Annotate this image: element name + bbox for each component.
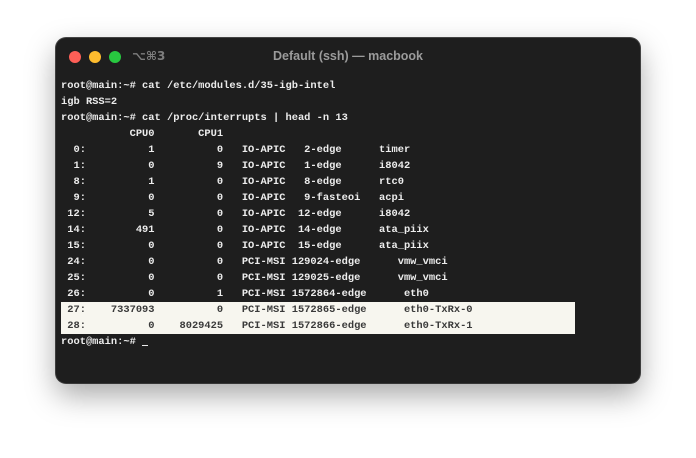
terminal-line: root@main:~# cat /etc/modules.d/35-igb-i… — [61, 80, 336, 92]
interrupt-row: 1: 0 9 IO-APIC 1-edge i8042 — [61, 160, 411, 172]
terminal-line: root@main:~# cat /proc/interrupts | head… — [61, 112, 348, 124]
interrupt-row: 25: 0 0 PCI-MSI 129025-edge vmw_vmci — [61, 272, 448, 284]
prompt-line[interactable]: root@main:~# — [61, 334, 640, 350]
interrupt-row: 8: 1 0 IO-APIC 8-edge rtc0 — [61, 176, 404, 188]
window-title: Default (ssh) — macbook — [272, 49, 424, 63]
terminal-line: CPU0 CPU1 — [61, 128, 224, 140]
terminal-line: igb RSS=2 — [61, 96, 118, 108]
interrupt-row: 28: 0 8029425 PCI-MSI 1572866-edge eth0-… — [61, 318, 575, 334]
interrupt-row: 24: 0 0 PCI-MSI 129024-edge vmw_vmci — [61, 256, 448, 268]
interrupt-row: 14: 491 0 IO-APIC 14-edge ata_piix — [61, 224, 429, 236]
interrupt-row: 12: 5 0 IO-APIC 12-edge i8042 — [61, 208, 411, 220]
cursor — [142, 344, 149, 346]
interrupt-row: 26: 0 1 PCI-MSI 1572864-edge eth0 — [61, 288, 429, 300]
interrupt-row: 15: 0 0 IO-APIC 15-edge ata_piix — [61, 240, 429, 252]
terminal-output[interactable]: root@main:~# cat /etc/modules.d/35-igb-i… — [61, 78, 640, 350]
interrupt-row: 0: 1 0 IO-APIC 2-edge timer — [61, 144, 411, 156]
interrupt-row: 27: 7337093 0 PCI-MSI 1572865-edge eth0-… — [61, 302, 575, 318]
prompt: root@main:~# — [61, 336, 143, 348]
terminal-window: ⌥⌘3 Default (ssh) — macbook root@main:~#… — [56, 38, 640, 383]
interrupt-row: 9: 0 0 IO-APIC 9-fasteoi acpi — [61, 192, 404, 204]
title-bar: ⌥⌘3 Default (ssh) — macbook — [56, 38, 640, 74]
